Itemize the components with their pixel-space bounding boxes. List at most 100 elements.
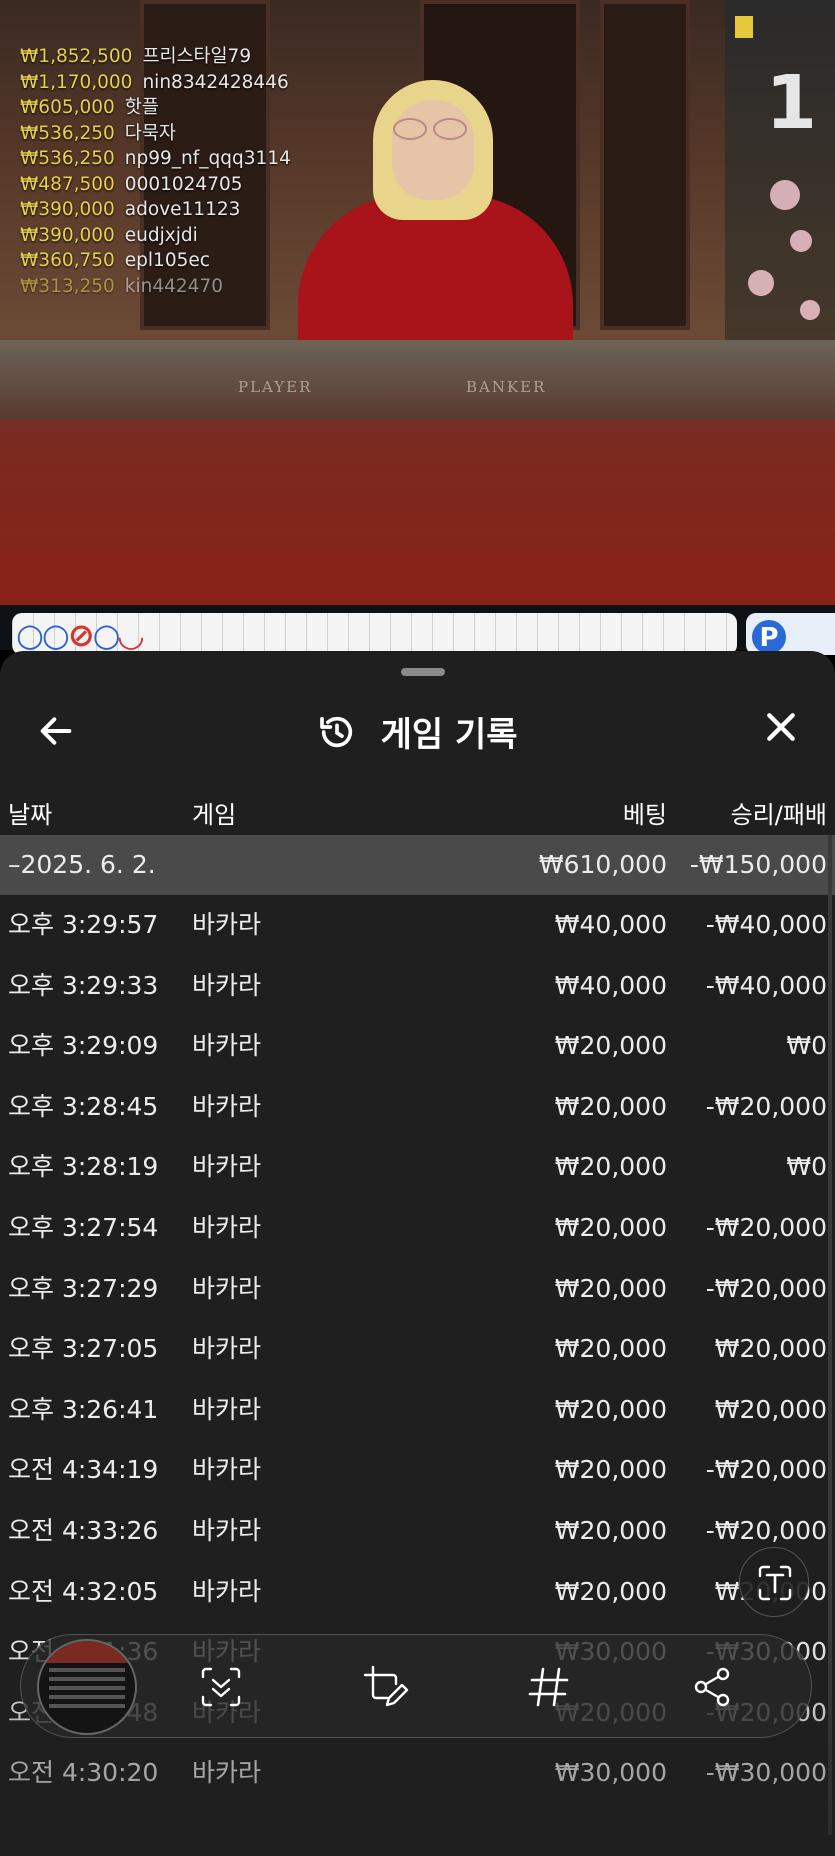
row-bet: ₩20,000 [554,1152,667,1182]
row-bet: ₩20,000 [554,1455,667,1485]
screenshot-toolbar [20,1634,812,1738]
share-button[interactable] [687,1661,739,1713]
row-winloss: -₩20,000 [705,1091,827,1121]
screenshot-thumbnail[interactable] [37,1639,137,1735]
wall-panel [600,0,690,330]
row-bet: ₩20,000 [554,1394,667,1424]
history-row[interactable]: 오후 3:29:33 바카라 ₩40,000 -₩40,000 [0,956,835,1016]
row-game: 바카라 [192,1273,262,1303]
row-bet: ₩20,000 [554,1091,667,1121]
crop-edit-icon [363,1665,409,1707]
row-bet: ₩20,000 [554,1516,667,1545]
winner-row: ₩1,852,500 프리스타일79 [20,44,291,70]
banker-area-label: BANKER [466,378,547,396]
row-time: 오후 3:28:19 [8,1152,159,1182]
winner-name: adove11123 [124,199,241,220]
table-marker [735,16,753,38]
winner-amount: ₩360,750 [20,250,115,271]
row-winloss: ₩20,000 [714,1334,827,1364]
row-time: 오후 3:28:45 [8,1091,159,1121]
winner-amount: ₩536,250 [20,122,115,144]
live-video-stream: PLAYER BANKER 1 ₩1,852,500 프리스타일79 ₩1,170,… [0,0,835,605]
hashtag-button[interactable] [523,1661,575,1713]
winner-name: eudjxjdi [124,224,198,246]
history-row[interactable]: 오전 4:34:19 바카라 ₩20,000 -₩20,000 [0,1440,835,1500]
row-winloss: -₩40,000 [705,910,827,939]
winner-row: ₩605,000 핫플 [20,95,291,121]
winner-amount: ₩487,500 [20,173,115,195]
player-area-label: PLAYER [238,378,313,396]
history-row[interactable]: 오전 4:33:26 바카라 ₩20,000 -₩20,000 [0,1501,835,1561]
row-game: 바카라 [192,1516,262,1545]
winner-row: ₩1,170,000 nin8342428446 [20,70,291,96]
winner-row: ₩390,000 adove11123 [20,197,291,223]
row-bet: ₩20,000 [554,1031,667,1061]
row-time: 오전 4:33:26 [8,1516,159,1545]
row-bet: ₩30,000 [554,1758,667,1788]
sheet-header: 게임 기록 [0,691,835,775]
row-time: 오전 4:30:20 [8,1758,159,1788]
scrollbar[interactable] [828,835,832,1835]
winner-name: 0001024705 [124,173,243,195]
row-bet: ₩20,000 [554,1273,667,1303]
text-scan-icon [758,1565,792,1601]
text-scan-button[interactable] [739,1547,809,1617]
page-title: 게임 기록 [380,715,518,755]
history-row[interactable]: 오후 3:26:41 바카라 ₩20,000 ₩20,000 [0,1380,835,1440]
winner-row: ₩487,500 0001024705 [20,172,291,198]
winner-name: 프리스타일79 [142,46,252,67]
table-header: 날짜 게임 베팅 승리/패배 [0,789,835,835]
drag-handle[interactable] [401,668,445,676]
winner-row: ₩536,250 np99_nf_qqq3114 [20,146,291,172]
row-winloss: -₩20,000 [705,1273,827,1303]
crop-edit-button[interactable] [359,1661,411,1713]
share-icon [694,1667,730,1707]
row-time: 오후 3:27:05 [8,1334,159,1364]
blossom-decor [748,270,774,296]
winner-amount: ₩390,000 [20,224,115,246]
row-bet: ₩40,000 [554,970,667,1000]
round-number: 1 [765,60,818,146]
scroll-capture-icon [201,1667,241,1707]
history-row[interactable]: 오전 4:30:20 바카라 ₩30,000 -₩30,000 [0,1743,835,1803]
date-group-row[interactable]: –2025. 6. 2. ₩610,000 -₩150,000 [0,835,835,895]
winner-row: ₩313,250 kin442470 [20,274,291,300]
row-game: 바카라 [192,1031,262,1061]
history-row[interactable]: 오후 3:27:29 바카라 ₩20,000 -₩20,000 [0,1259,835,1319]
player-predict-button[interactable]: P [752,620,786,654]
row-bet: ₩20,000 [554,1213,667,1242]
row-game: 바카라 [192,1213,262,1242]
close-icon [767,713,795,741]
scroll-capture-button[interactable] [195,1661,247,1713]
history-row[interactable]: 오후 3:29:09 바카라 ₩20,000 ₩0 [0,1016,835,1076]
winners-list: ₩1,852,500 프리스타일79 ₩1,170,000 nin8342428446… [20,44,291,299]
row-bet: ₩20,000 [554,1334,667,1364]
road-results: ○○⊘○◡ [16,616,143,654]
winner-name: nin8342428446 [142,71,289,93]
column-date: 날짜 [8,801,53,829]
row-game: 바카라 [192,970,262,1000]
history-row[interactable]: 오후 3:29:57 바카라 ₩40,000 -₩40,000 [0,895,835,955]
column-bet: 베팅 [622,801,667,829]
winner-amount: ₩313,250 [20,275,115,297]
row-game: 바카라 [192,1334,262,1364]
history-row[interactable]: 오전 4:32:05바카라₩20,000₩20,000 [0,1562,835,1622]
history-row[interactable]: 오후 3:27:05 바카라 ₩20,000 ₩20,000 [0,1319,835,1379]
winner-amount: ₩1,852,500 [20,46,133,67]
row-bet: ₩40,000 [554,910,667,939]
dealer-glasses [393,118,473,142]
blossom-decor [800,300,820,320]
row-time: 오전 4:32:05 [8,1576,159,1606]
close-button[interactable] [757,707,805,755]
blossom-decor [790,230,812,252]
row-time: 오후 3:27:54 [8,1213,159,1242]
winner-name: 다묵자 [124,122,176,144]
history-row[interactable]: 오후 3:28:19 바카라 ₩20,000 ₩0 [0,1137,835,1197]
history-row[interactable]: 오후 3:28:45 바카라 ₩20,000 -₩20,000 [0,1077,835,1137]
history-row[interactable]: 오후 3:27:54 바카라 ₩20,000 -₩20,000 [0,1198,835,1258]
row-winloss: -₩30,000 [705,1758,827,1788]
winner-name: epl105ec [124,250,210,271]
group-bet-total: ₩610,000 [538,850,667,879]
winner-name: kin442470 [124,275,223,297]
winner-row: ₩360,750 epl105ec [20,248,291,274]
